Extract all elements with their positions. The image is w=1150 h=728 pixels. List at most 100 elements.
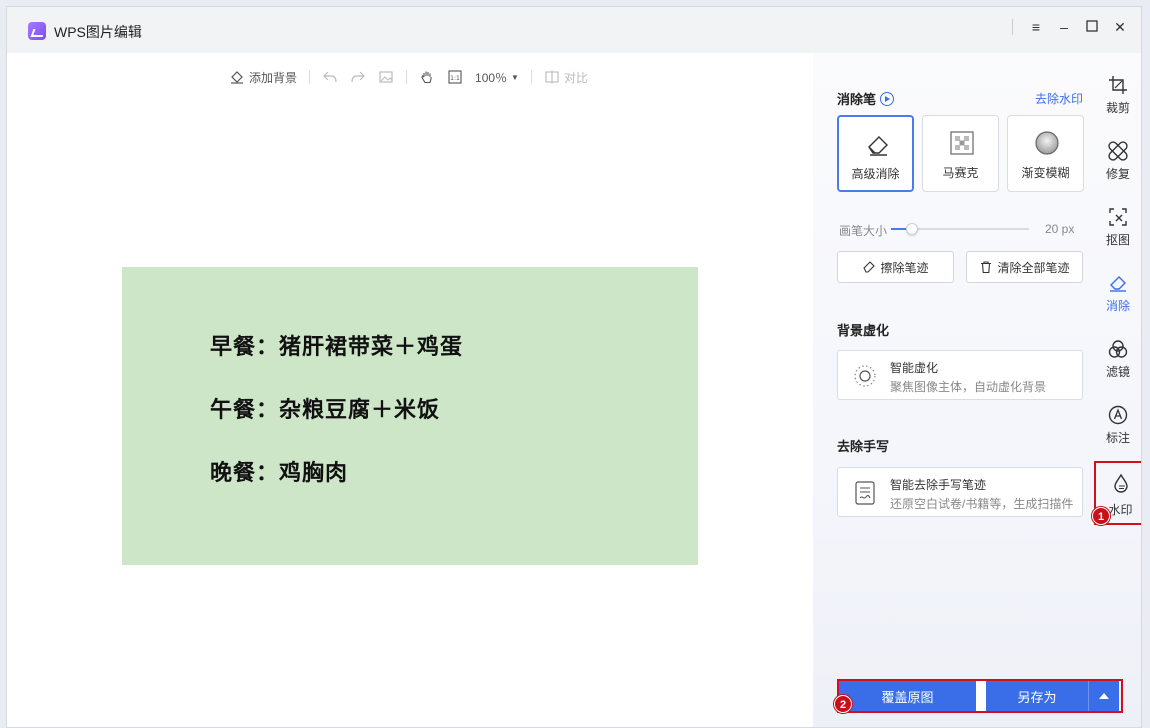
edited-image[interactable]: 早餐：猪肝裙带菜＋鸡蛋 午餐：杂粮豆腐＋米饭 晚餐：鸡胸肉 [122, 267, 698, 565]
cutout-icon [1109, 208, 1127, 226]
add-background-icon [231, 71, 243, 84]
clear-all-strokes-button[interactable]: 清除全部笔迹 [966, 251, 1083, 283]
sidebar-label: 滤镜 [1105, 365, 1130, 379]
sidebar-label: 标注 [1105, 431, 1130, 445]
clear-all-strokes-label: 清除全部笔迹 [997, 260, 1070, 275]
one-to-one-icon: 1:1 [448, 70, 462, 84]
image-text-line: 晚餐：鸡胸肉 [210, 461, 349, 486]
remove-watermark-link[interactable]: 去除水印 [1035, 90, 1083, 107]
sidebar-label: 裁剪 [1105, 101, 1130, 115]
sidebar-item-repair[interactable]: 修复 [1093, 141, 1141, 201]
app-logo-icon [28, 22, 46, 40]
canvas-area: 添加背景 1:1 100％ ▼ 对比 早餐：猪肝裙带菜＋鸡蛋 午餐：杂粮豆腐＋米… [7, 53, 813, 727]
brush-size-slider[interactable] [891, 223, 1029, 235]
active-indicator [1141, 281, 1142, 299]
window-controls: ≡ – ✕ [1012, 19, 1127, 35]
divider [530, 70, 532, 84]
bg-blur-title: 背景虚化 [837, 323, 890, 338]
zoom-value: 100％ [475, 70, 508, 85]
image-button[interactable] [378, 69, 394, 85]
handwriting-doc-icon [855, 481, 875, 505]
smart-blur-card[interactable]: 智能虚化 聚焦图像主体，自动虚化背景 [837, 350, 1083, 400]
filter-icon [1108, 340, 1128, 358]
bandage-icon [1108, 141, 1128, 161]
play-icon[interactable] [880, 92, 895, 106]
erase-strokes-button[interactable]: 擦除笔迹 [837, 251, 954, 283]
sidebar-item-crop[interactable]: 裁剪 [1093, 75, 1141, 135]
handwriting-title: 去除手写 [837, 439, 890, 454]
add-background-button[interactable]: 添加背景 [229, 69, 297, 86]
title-bar: WPS图片编辑 ≡ – ✕ [7, 7, 1141, 53]
sidebar-item-annotate[interactable]: 标注 [1093, 405, 1141, 465]
minimize-icon[interactable]: – [1057, 19, 1071, 35]
image-text-line: 午餐：杂粮豆腐＋米饭 [210, 398, 441, 423]
tool-gradient-blur[interactable]: 渐变模糊 [1007, 115, 1084, 192]
chevron-down-icon: ▼ [511, 72, 519, 82]
sidebar-label: 抠图 [1105, 233, 1130, 247]
image-text-line: 早餐：猪肝裙带菜＋鸡蛋 [210, 335, 464, 360]
app-title: WPS图片编辑 [54, 24, 142, 40]
function-sidebar: 裁剪 修复 抠图 消除 滤镜 标注 水印 1 [1092, 53, 1142, 727]
divider [406, 70, 408, 84]
trash-icon [981, 261, 992, 274]
save-as-label: 另存为 [1017, 689, 1057, 705]
crop-icon [1109, 76, 1127, 94]
eraser-icon [1110, 276, 1126, 292]
erase-strokes-label: 擦除笔迹 [880, 260, 929, 275]
button-gap [976, 681, 986, 711]
smart-blur-title: 智能虚化 [890, 361, 939, 375]
tool-label: 高级消除 [851, 167, 900, 181]
image-icon [379, 71, 393, 83]
canvas-toolbar: 添加背景 1:1 100％ ▼ 对比 [229, 67, 600, 87]
eraser-small-icon [863, 261, 876, 273]
slider-handle[interactable] [905, 223, 918, 235]
tool-label: 马赛克 [942, 166, 979, 180]
undo-icon [323, 71, 337, 83]
overwrite-label: 覆盖原图 [881, 689, 934, 705]
tool-label: 渐变模糊 [1021, 166, 1070, 180]
maximize-icon[interactable] [1085, 19, 1099, 35]
sidebar-item-filter[interactable]: 滤镜 [1093, 339, 1141, 399]
sidebar-label: 修复 [1105, 167, 1130, 181]
smart-blur-desc: 聚焦图像主体，自动虚化背景 [890, 380, 1047, 394]
step-badge-2: 2 [834, 695, 852, 713]
brush-size-label: 画笔大小 [839, 224, 888, 238]
svg-text:1:1: 1:1 [450, 75, 460, 82]
gradient-blur-icon [1035, 131, 1059, 155]
step-badge-1: 1 [1092, 507, 1110, 525]
save-as-button[interactable]: 另存为 [986, 681, 1089, 711]
menu-icon[interactable]: ≡ [1029, 19, 1043, 35]
sidebar-label: 消除 [1105, 299, 1130, 313]
remove-handwriting-card[interactable]: 智能去除手写笔迹 还原空白试卷/书籍等，生成扫描件 [837, 467, 1083, 517]
watermark-icon [1114, 473, 1128, 493]
undo-button[interactable] [322, 69, 338, 85]
divider [309, 70, 311, 84]
eraser-title: 消除笔 [837, 92, 877, 107]
annotate-icon [1108, 405, 1128, 425]
remove-handwriting-desc: 还原空白试卷/书籍等，生成扫描件 [890, 497, 1074, 511]
actual-size-button[interactable]: 1:1 [447, 69, 463, 85]
add-background-label: 添加背景 [249, 70, 298, 85]
sidebar-item-erase[interactable]: 消除 [1093, 273, 1141, 333]
compare-icon [545, 70, 559, 84]
overwrite-original-button[interactable]: 覆盖原图 [839, 681, 976, 711]
app-window: WPS图片编辑 ≡ – ✕ 添加背景 1:1 100％ ▼ 对比 早餐：猪肝裙带… [6, 6, 1142, 728]
divider [1012, 19, 1013, 35]
save-actions-bar: 覆盖原图 另存为 [837, 679, 1123, 713]
mosaic-icon [950, 131, 974, 155]
redo-icon [351, 71, 365, 83]
redo-button[interactable] [350, 69, 366, 85]
eraser-icon [868, 136, 888, 156]
pan-button[interactable] [419, 69, 435, 85]
sidebar-item-cutout[interactable]: 抠图 [1093, 207, 1141, 267]
tool-advanced-erase[interactable]: 高级消除 [837, 115, 914, 192]
zoom-select[interactable]: 100％ ▼ [475, 69, 519, 86]
compare-button[interactable]: 对比 [544, 69, 588, 86]
remove-handwriting-title: 智能去除手写笔迹 [890, 478, 987, 492]
close-icon[interactable]: ✕ [1113, 19, 1127, 35]
brush-size-value: 20 px [1045, 222, 1075, 236]
tool-mosaic[interactable]: 马赛克 [922, 115, 999, 192]
smart-blur-icon [854, 365, 876, 387]
eraser-section-title: 消除笔 [837, 89, 895, 108]
hand-icon [421, 71, 432, 84]
